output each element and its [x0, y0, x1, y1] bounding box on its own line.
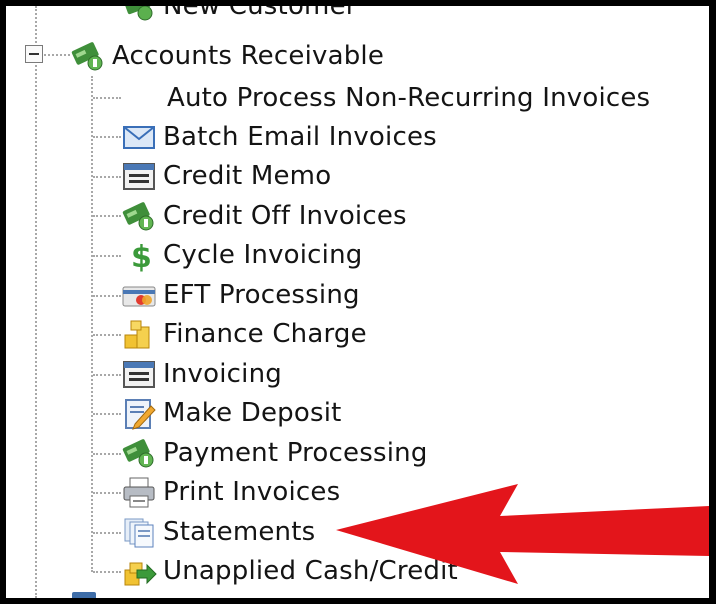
red-arrow-icon: [336, 484, 709, 584]
tree-panel: New Customer Accounts Receivable Auto Pr…: [6, 6, 709, 598]
